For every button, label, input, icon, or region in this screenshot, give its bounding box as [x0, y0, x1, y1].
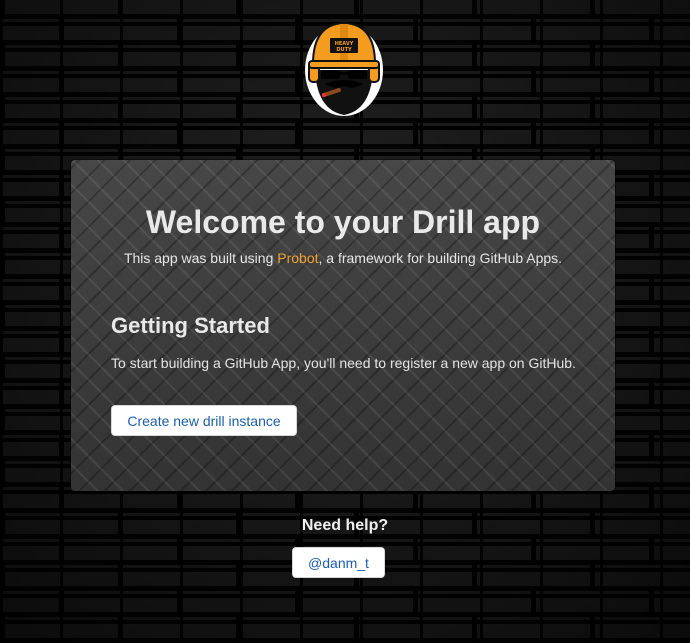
need-help-heading: Need help? — [301, 517, 389, 534]
probot-link[interactable]: Probot — [277, 250, 318, 266]
card-subtitle: This app was built using Probot, a frame… — [71, 250, 615, 266]
drill-logo: HEAVY DUTY — [303, 18, 385, 118]
page-title: Welcome to your Drill app — [145, 204, 541, 240]
getting-started-heading: Getting Started — [111, 313, 270, 338]
subtitle-text-before: This app was built using — [123, 250, 278, 266]
bearded-worker-helmet-icon: HEAVY DUTY — [305, 21, 383, 116]
create-drill-instance-button[interactable]: Create new drill instance — [111, 405, 297, 436]
welcome-card: Welcome to your Drill app This app was b… — [71, 160, 615, 491]
subtitle-text-after: , a framework for building GitHub Apps. — [318, 250, 563, 266]
help-contact-button[interactable]: @danm_t — [292, 547, 385, 578]
helmet-label-line2: DUTY — [336, 47, 352, 53]
getting-started-text: To start building a GitHub App, you'll n… — [111, 355, 576, 371]
